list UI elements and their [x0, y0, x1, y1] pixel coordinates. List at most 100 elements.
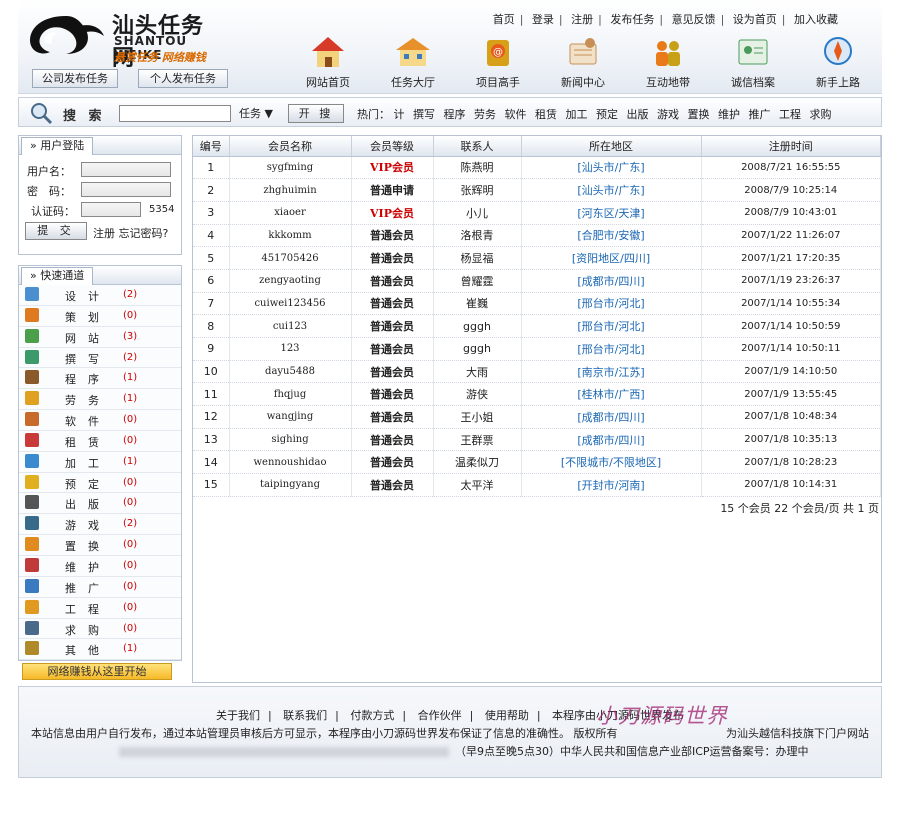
- cell-username[interactable]: sighing: [229, 428, 352, 452]
- cell-username[interactable]: fhqjug: [229, 382, 352, 407]
- cell-username[interactable]: 451705426: [229, 246, 352, 270]
- hot-keyword[interactable]: 加工: [566, 108, 588, 121]
- cell-region[interactable]: [成都市/四川]: [521, 269, 702, 293]
- hot-keyword[interactable]: 推广: [749, 108, 771, 121]
- forgot-password-link[interactable]: 忘记密码?: [119, 227, 169, 240]
- category-item[interactable]: 出版 (0): [19, 493, 181, 515]
- category-item[interactable]: 撰写 (2): [19, 347, 181, 369]
- cell-username[interactable]: wangjing: [229, 405, 352, 429]
- table-row[interactable]: 15 taipingyang 普通会员 太平洋 [开封市/河南] 2007/1/8 10:…: [193, 473, 881, 497]
- top-link-register[interactable]: 注册: [571, 13, 593, 26]
- footer-link-partners[interactable]: 合作伙伴: [418, 709, 462, 722]
- cell-region[interactable]: [汕头市/广东]: [521, 156, 702, 180]
- table-row[interactable]: 12 wangjing 普通会员 王小姐 [成都市/四川] 2007/1/8 10:48:…: [193, 405, 881, 429]
- cell-region[interactable]: [南京市/江苏]: [521, 360, 702, 384]
- cell-region[interactable]: [邢台市/河北]: [521, 314, 702, 338]
- footer-link-about[interactable]: 关于我们: [216, 709, 260, 722]
- search-button[interactable]: 开 搜: [288, 104, 344, 123]
- cell-region[interactable]: [邢台市/河北]: [521, 292, 702, 316]
- category-item[interactable]: 策划 (0): [19, 305, 181, 327]
- hot-keyword[interactable]: 求购: [810, 108, 832, 121]
- nav-interaction[interactable]: 互动地带: [628, 34, 708, 90]
- cell-username[interactable]: sygfming: [229, 156, 352, 180]
- hot-keyword[interactable]: 工程: [779, 108, 801, 121]
- category-item[interactable]: 劳务 (1): [19, 389, 181, 411]
- cell-username[interactable]: cuiwei123456: [229, 292, 352, 316]
- cell-username[interactable]: 123: [229, 337, 352, 361]
- hot-keyword[interactable]: 置换: [688, 108, 710, 121]
- category-item[interactable]: 工程 (0): [19, 597, 181, 619]
- nav-task-hall[interactable]: 任务大厅: [373, 34, 453, 90]
- category-item[interactable]: 预定 (0): [19, 472, 181, 494]
- table-row[interactable]: 1 sygfming VIP会员 陈燕明 [汕头市/广东] 2008/7/21 16:55…: [193, 156, 881, 180]
- nav-credit[interactable]: 诚信档案: [713, 34, 793, 90]
- category-item[interactable]: 租赁 (0): [19, 430, 181, 452]
- code-field[interactable]: [81, 202, 141, 217]
- cell-username[interactable]: cui123: [229, 314, 352, 338]
- nav-newbie[interactable]: 新手上路: [798, 34, 878, 90]
- table-row[interactable]: 2 zhghuimin 普通申请 张辉明 [汕头市/广东] 2008/7/9 10:25:…: [193, 178, 881, 202]
- table-row[interactable]: 5 451705426 普通会员 杨显福 [资阳地区/四川] 2007/1/21 17:2…: [193, 246, 881, 270]
- cell-username[interactable]: kkkomm: [229, 224, 352, 248]
- cell-region[interactable]: [汕头市/广东]: [521, 178, 702, 202]
- category-item[interactable]: 程序 (1): [19, 368, 181, 390]
- table-row[interactable]: 13 sighing 普通会员 王群票 [成都市/四川] 2007/1/8 10:35:1…: [193, 428, 881, 452]
- top-link-publish[interactable]: 发布任务: [610, 13, 654, 26]
- nav-news[interactable]: 新闻中心: [543, 34, 623, 90]
- cell-username[interactable]: dayu5488: [229, 360, 352, 384]
- footer-link-payment[interactable]: 付款方式: [350, 709, 394, 722]
- category-item[interactable]: 其他 (1): [19, 639, 181, 661]
- cell-region[interactable]: [桂林市/广西]: [521, 382, 702, 407]
- company-publish-button[interactable]: 公司发布任务: [32, 69, 118, 88]
- table-row[interactable]: 11 fhqjug 普通会员 游侠 [桂林市/广西] 2007/1/9 13:55:45: [193, 382, 881, 407]
- password-field[interactable]: [81, 182, 171, 197]
- cell-region[interactable]: [开封市/河南]: [521, 473, 702, 497]
- nav-home[interactable]: 网站首页: [288, 34, 368, 90]
- table-row[interactable]: 6 zengyaoting 普通会员 曾耀霆 [成都市/四川] 2007/1/19 23:…: [193, 269, 881, 293]
- make-money-banner[interactable]: 网络赚钱从这里开始: [22, 663, 172, 681]
- hot-keyword[interactable]: 撰写: [413, 108, 435, 121]
- hot-keyword[interactable]: 软件: [505, 108, 527, 121]
- cell-region[interactable]: [成都市/四川]: [521, 428, 702, 452]
- search-input[interactable]: [119, 105, 231, 122]
- hot-keyword[interactable]: 计: [394, 108, 405, 121]
- cell-region[interactable]: [资阳地区/四川]: [521, 246, 702, 270]
- cell-region[interactable]: [河东区/天津]: [521, 201, 702, 225]
- footer-link-help[interactable]: 使用帮助: [485, 709, 529, 722]
- table-row[interactable]: 7 cuiwei123456 普通会员 崔巍 [邢台市/河北] 2007/1/14 10:…: [193, 292, 881, 316]
- category-item[interactable]: 置换 (0): [19, 535, 181, 556]
- top-link-sethome[interactable]: 设为首页: [733, 13, 777, 26]
- nav-experts[interactable]: @ 项目高手: [458, 34, 538, 90]
- cell-username[interactable]: zhghuimin: [229, 178, 352, 202]
- cell-username[interactable]: zengyaoting: [229, 269, 352, 293]
- top-link-login[interactable]: 登录: [532, 13, 554, 26]
- top-link-feedback[interactable]: 意见反馈: [672, 13, 716, 26]
- table-row[interactable]: 10 dayu5488 普通会员 大雨 [南京市/江苏] 2007/1/9 14:10:5…: [193, 360, 881, 384]
- category-item[interactable]: 求购 (0): [19, 618, 181, 640]
- cell-region[interactable]: [邢台市/河北]: [521, 337, 702, 361]
- category-item[interactable]: 加工 (1): [19, 451, 181, 473]
- table-row[interactable]: 14 wennoushidao 普通会员 温柔似刀 [不限城市/不限地区] 2007/1/…: [193, 450, 881, 475]
- cell-region[interactable]: [合肥市/安徽]: [521, 224, 702, 248]
- cell-region[interactable]: [成都市/四川]: [521, 405, 702, 429]
- login-submit-button[interactable]: 提 交: [25, 222, 87, 240]
- footer-link-contact[interactable]: 联系我们: [283, 709, 327, 722]
- search-type-select[interactable]: 任务 ▼: [239, 105, 281, 122]
- category-item[interactable]: 设计 (2): [19, 285, 181, 306]
- personal-publish-button[interactable]: 个人发布任务: [138, 69, 228, 88]
- top-link-favorite[interactable]: 加入收藏: [794, 13, 838, 26]
- cell-username[interactable]: xiaoer: [229, 201, 352, 225]
- hot-keyword[interactable]: 程序: [444, 108, 466, 121]
- category-item[interactable]: 推广 (0): [19, 576, 181, 598]
- hot-keyword[interactable]: 劳务: [474, 108, 496, 121]
- hot-keyword[interactable]: 租赁: [535, 108, 557, 121]
- hot-keyword[interactable]: 维护: [718, 108, 740, 121]
- category-item[interactable]: 网站 (3): [19, 326, 181, 348]
- category-item[interactable]: 维护 (0): [19, 555, 181, 577]
- top-link-home[interactable]: 首页: [493, 13, 515, 26]
- register-link[interactable]: 注册: [93, 227, 115, 240]
- cell-region[interactable]: [不限城市/不限地区]: [521, 450, 702, 475]
- table-row[interactable]: 9 123 普通会员 gggh [邢台市/河北] 2007/1/14 10:50:11: [193, 337, 881, 361]
- username-field[interactable]: [81, 162, 171, 177]
- hot-keyword[interactable]: 出版: [627, 108, 649, 121]
